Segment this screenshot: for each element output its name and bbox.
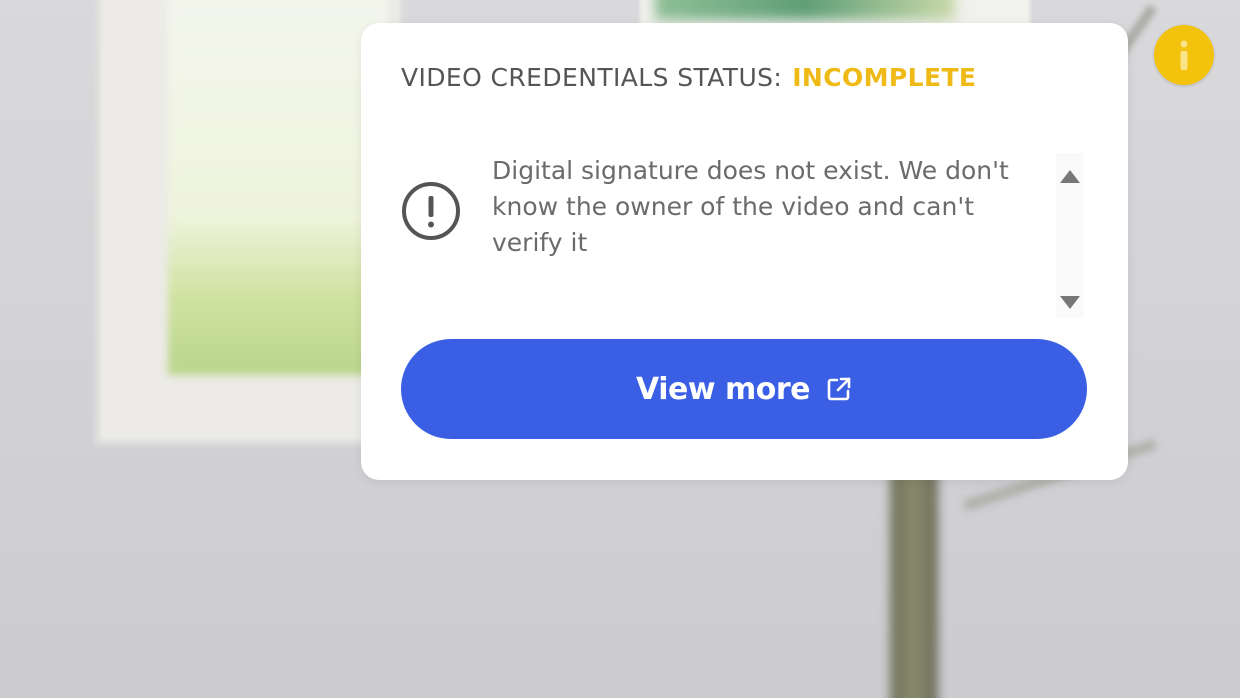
message-panel: Digital signature does not exist. We don…	[401, 153, 1091, 318]
scroll-down-arrow-icon[interactable]	[1060, 296, 1080, 309]
external-link-icon	[827, 377, 851, 401]
info-button[interactable]	[1154, 25, 1214, 85]
video-credentials-card: VIDEO CREDENTIALS STATUS: INCOMPLETE Digi…	[361, 23, 1128, 480]
background-wall-art-painting	[655, 0, 955, 20]
background-plant-stem	[890, 470, 938, 698]
status-badge: INCOMPLETE	[792, 63, 977, 92]
message-scrollbar[interactable]	[1056, 153, 1084, 318]
view-more-label: View more	[636, 371, 811, 407]
video-player-scene: VIDEO CREDENTIALS STATUS: INCOMPLETE Digi…	[0, 0, 1240, 698]
credentials-message: Digital signature does not exist. We don…	[492, 156, 1009, 257]
status-label: VIDEO CREDENTIALS STATUS:	[401, 63, 783, 92]
view-more-button[interactable]: View more	[401, 339, 1087, 439]
info-icon	[1180, 40, 1188, 70]
exclamation-circle-icon	[402, 182, 460, 240]
background-picture	[168, 0, 388, 375]
scroll-up-arrow-icon[interactable]	[1060, 170, 1080, 183]
credentials-status: VIDEO CREDENTIALS STATUS: INCOMPLETE	[401, 63, 976, 92]
